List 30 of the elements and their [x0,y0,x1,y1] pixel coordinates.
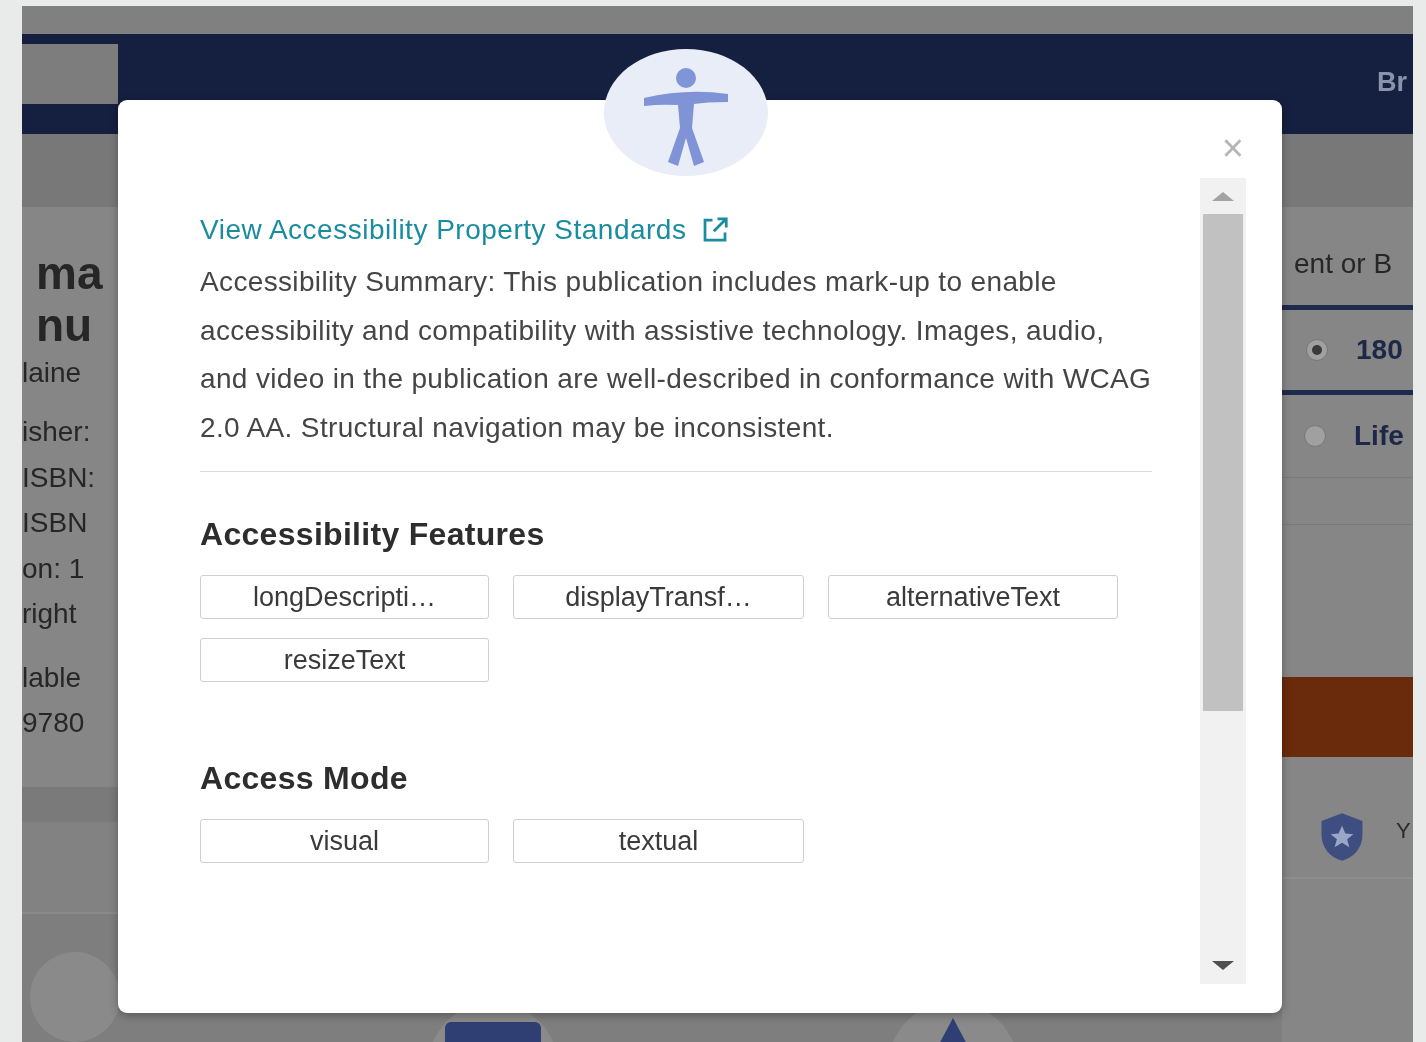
summary-text: Accessibility Summary: This publication includes mark-up to enable accessibility and compatibility with assistive technology. Images, audio, and video in the publication are well-described in conformance with WCAG 2.0 AA. Structural navigation may be inconsistent. [200,265,1153,445]
detail-text: on: 1 [22,551,86,586]
detail-text: ISBN [22,506,89,540]
nav-link[interactable]: Br [1377,66,1407,98]
option-label: Life [1354,420,1404,452]
guarantee-text: Y [1396,818,1411,844]
book-title: ma [35,247,104,299]
section-heading: Accessibility Features [200,516,546,553]
search-field[interactable] [22,44,118,104]
availability-text: 9780 [22,706,86,740]
author-text: laine [22,356,83,390]
tag-chip: visual [200,819,489,863]
availability-text: lable [22,660,83,695]
detail-text: ISBN: [22,460,97,495]
section-heading: Access Mode [200,760,409,797]
tag-chip: displayTransf… [513,575,804,619]
tag-chip: longDescripti… [200,575,489,619]
tag-chip: alternativeText [828,575,1118,619]
radio-button[interactable] [1306,339,1328,361]
tag-chip: textual [513,819,804,863]
standards-link[interactable]: View Accessibility Property Standards [200,214,731,246]
option-label: 180 [1356,334,1403,366]
detail-text: isher: [22,415,92,449]
tag-chip: resizeText [200,638,489,682]
action-button[interactable] [1282,677,1413,757]
detail-text: right [22,597,78,631]
book-title: nu [35,299,94,351]
scrollbar[interactable] [1200,178,1246,984]
radio-button[interactable] [1304,425,1326,447]
close-button[interactable]: × [1221,128,1244,168]
